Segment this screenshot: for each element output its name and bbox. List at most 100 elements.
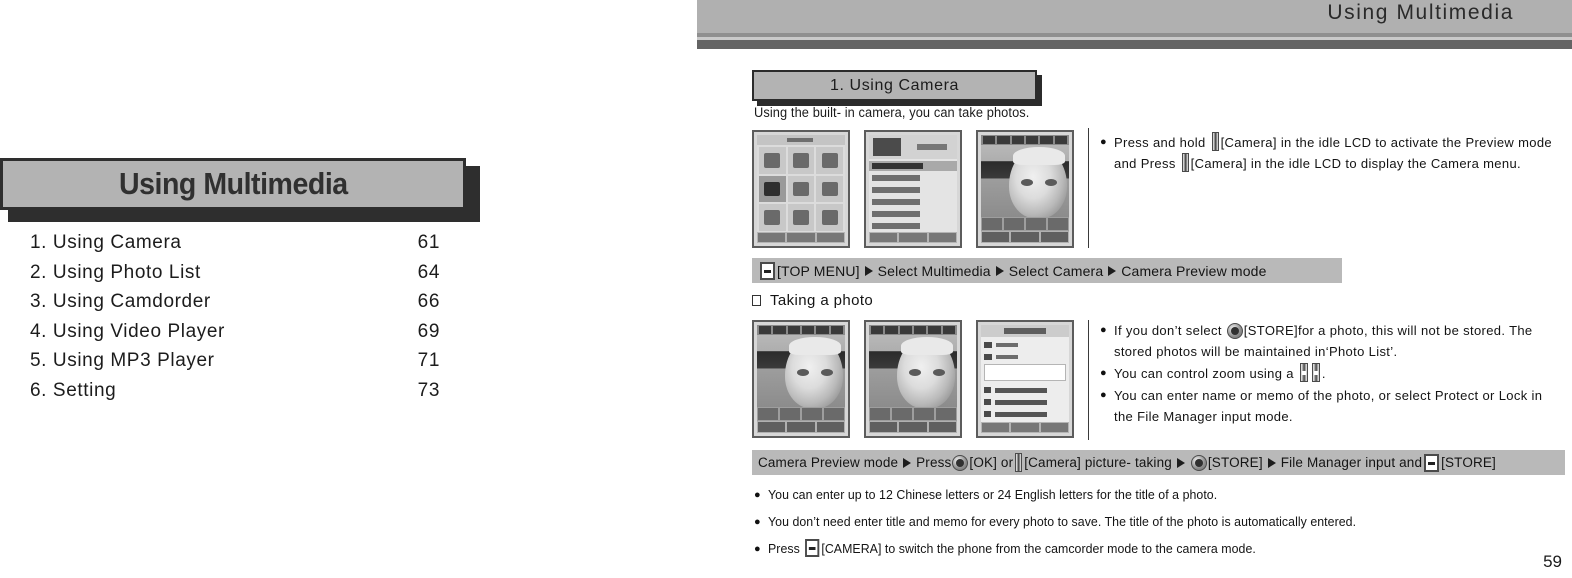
bullet-item: ● Press [CAMERA] to switch the phone from… [754, 536, 1534, 562]
bullet-dot-icon: ● [754, 489, 761, 501]
photo-subject [785, 337, 843, 407]
lcd-softkey-bar [757, 421, 845, 433]
lcd-softkey-bar [981, 231, 1069, 243]
lcd-camera-viewport [757, 335, 845, 407]
intro-text: Using the built- in camera, you can take… [754, 105, 1030, 120]
page-number: 59 [1543, 552, 1562, 571]
navigation-path-second: Camera Preview mode Press [OK] or [Camera] … [752, 450, 1565, 475]
bullet-dot-icon: ● [1100, 367, 1107, 379]
path-step-label: [Camera] picture- taking [1024, 455, 1172, 470]
phone-screenshot [864, 130, 962, 248]
content-divider [1088, 320, 1089, 440]
bullet-text: Press [CAMERA] to switch the phone from … [768, 539, 1256, 557]
section-heading-frame: 1. Using Camera [752, 70, 1037, 101]
lcd-form-row [984, 409, 1066, 418]
lcd-osd-bar [981, 217, 1069, 231]
screenshot-row-first [752, 130, 1074, 248]
photo-subject-detail [821, 369, 833, 376]
camera-preview-screen [981, 135, 1069, 243]
rect-menu-key-icon [760, 261, 775, 280]
bullet-item: ● If you don’t select [STORE]for a photo,… [1100, 320, 1560, 362]
bullet-dot-icon: ● [754, 543, 761, 555]
lcd-menu-row [872, 197, 954, 207]
lcd-menu-row [872, 173, 954, 183]
path-step-label: [TOP MENU] [777, 262, 860, 279]
path-arrow-icon [1176, 457, 1185, 468]
lcd-grid-cell [787, 175, 815, 203]
toc-entry[interactable]: 4. Using Video Player 69 [30, 321, 440, 351]
round-ok-key-icon [952, 454, 969, 471]
zoom-down-key-icon [1311, 363, 1320, 382]
lcd-osd-bar [869, 407, 957, 421]
lcd-grid-cell [759, 204, 786, 231]
bullet-dot-icon: ● [1100, 324, 1107, 336]
path-step-label: Select Multimedia [877, 262, 991, 279]
photo-subject-detail [1045, 179, 1057, 186]
path-arrow-icon [864, 265, 873, 276]
lcd-menu-row [872, 209, 954, 219]
lcd-osd-bar [757, 407, 845, 421]
navigation-path-first: [TOP MENU] Select Multimedia Select Camera… [752, 258, 1342, 283]
lcd-status-bar [869, 325, 957, 335]
side-key-icon [1181, 153, 1189, 172]
photo-subject [1009, 147, 1067, 217]
toc-entry-page: 71 [417, 350, 440, 371]
bullet-text: Press and hold [Camera] in the idle LCD … [1114, 132, 1560, 174]
bullet-list-notes: ● You can enter up to 12 Chinese letters … [754, 482, 1534, 563]
bullet-item: ● You can enter name or memo of the photo… [1100, 385, 1560, 427]
camera-menu-list-screen [869, 135, 957, 243]
toc-entry[interactable]: 3. Using Camdorder 66 [30, 291, 440, 321]
toc-entry[interactable]: 5. Using MP3 Player 71 [30, 350, 440, 380]
path-arrow-icon [1267, 457, 1276, 468]
content-divider [1088, 128, 1089, 248]
toc-entry-page: 66 [417, 291, 440, 312]
lcd-softkey-bar [869, 232, 957, 243]
lcd-grid-cell [787, 147, 815, 174]
rect-menu-key-icon [1424, 453, 1440, 472]
bullet-list-taking-photo: ● If you don’t select [STORE]for a photo,… [1100, 320, 1560, 428]
toc-entry-label: 2. Using Photo List [30, 261, 201, 283]
round-ok-key-icon [1226, 323, 1243, 339]
lcd-menu-row [872, 221, 954, 231]
phone-screenshot [864, 320, 962, 438]
lcd-camera-viewport [981, 145, 1069, 217]
lcd-softkey-bar [757, 232, 845, 243]
captured-photo-screen [869, 325, 957, 433]
lcd-grid-cell [816, 204, 843, 231]
page-header-rule-dark [697, 40, 1572, 49]
bullet-item: ● You don’t need enter title and memo for… [754, 509, 1534, 535]
toc-entry[interactable]: 1. Using Camera 61 [30, 232, 440, 262]
path-step-label: Camera Preview mode [758, 455, 899, 470]
toc-entry-page: 61 [417, 232, 440, 253]
banner-box: Using Multimedia [0, 158, 466, 210]
toc-entry-label: 5. Using MP3 Player [30, 350, 215, 371]
toc-entry-label: 3. Using Camdorder [30, 291, 211, 312]
lcd-form-field [984, 352, 1066, 361]
path-arrow-icon [903, 457, 912, 468]
menu-grid-screen [757, 135, 845, 243]
path-arrow-icon [995, 265, 1004, 276]
path-step-label: Select Camera [1008, 262, 1104, 279]
toc-entry-label: 1. Using Camera [30, 232, 182, 253]
lcd-form-fields [984, 340, 1066, 433]
subsection-heading: Taking a photo [752, 292, 873, 309]
lcd-grid-cell [759, 147, 786, 174]
lcd-grid-cell [816, 147, 843, 174]
bullet-dot-icon: ● [1100, 136, 1107, 148]
photo-subject [897, 337, 955, 407]
toc-entry[interactable]: 6. Setting 73 [30, 380, 440, 410]
bullet-text: You can control zoom using a . [1114, 363, 1560, 384]
toc-entry[interactable]: 2. Using Photo List 64 [30, 262, 440, 292]
toc-entry-page: 69 [417, 320, 440, 342]
bullet-text: You don’t need enter title and memo for … [768, 514, 1357, 529]
bullet-item: ● You can control zoom using a . [1100, 363, 1560, 384]
bullet-text: You can enter name or memo of the photo,… [1114, 388, 1543, 424]
path-step-label: [STORE] [1207, 455, 1263, 470]
path-step-label: Press [916, 455, 952, 470]
lcd-header [869, 135, 957, 159]
bullet-dot-icon: ● [1100, 389, 1107, 401]
path-step-label: Camera Preview mode [1121, 262, 1267, 279]
lcd-grid-cell [787, 204, 815, 231]
camera-preview-screen [757, 325, 845, 433]
lcd-softkey-bar [981, 422, 1069, 433]
